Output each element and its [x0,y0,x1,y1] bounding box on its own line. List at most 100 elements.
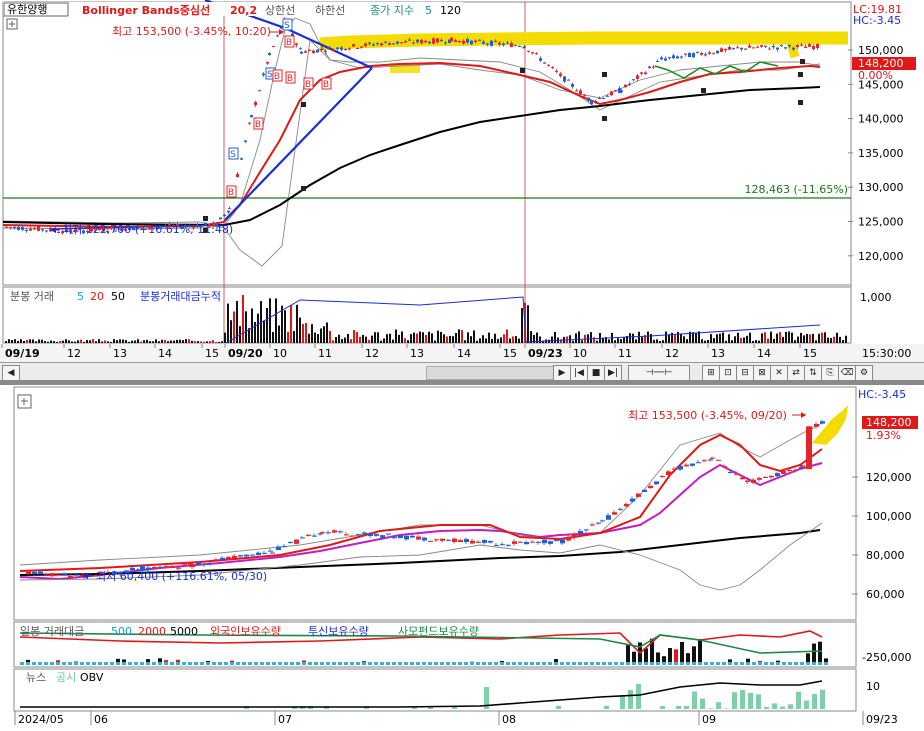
daily-volume-marker [326,662,330,665]
obv-news-label: 뉴스 [26,671,46,684]
scroll-thumb[interactable] [426,366,554,380]
candle-body [29,228,32,231]
daily-candle-body [660,476,665,478]
chart-scrollbar[interactable]: ◀ ▶ |◀ ■ ▶| ⊣──⊢ ⊞ ⊡ ⊟ ⊠ ✕ ⇄ ⇅ ⎘ ⌫ ⚙ [0,362,924,382]
daily-candle-body [494,544,499,546]
volume-bar [725,340,727,343]
volume-bar [71,341,73,343]
candle-body [800,44,803,46]
tool-icon-9[interactable]: ⌫ [838,365,856,381]
news-bar [772,703,777,709]
daily-volume-bar [818,641,822,665]
volume-bar [638,331,640,343]
scroll-left-button[interactable]: ◀ [2,365,20,381]
volume-bar [497,338,499,343]
candle-body [712,53,715,55]
daily-candle-body [654,481,659,485]
daily-volume-marker [602,662,606,665]
candle-body [510,43,513,48]
volume-bar [119,339,121,343]
tool-icon-8[interactable]: ⎘ [821,365,839,381]
daily-candle-body [214,559,219,561]
tool-icon-6[interactable]: ⇄ [787,365,805,381]
volume-bar [218,341,220,343]
candle-body [748,45,751,48]
candle-body [5,226,8,228]
volume-bar [179,339,181,343]
candle-body [312,50,315,54]
candle-body [636,75,639,79]
vol-legend-2-n2: 2000 [138,625,166,638]
volume-bar [722,332,724,343]
candle-body [299,48,302,50]
candle-body [614,90,617,92]
tool-icon-4[interactable]: ⊠ [753,365,771,381]
daily-candle-body [554,540,559,542]
volume-bar [125,340,127,343]
candle-body [704,54,707,56]
candle-body [41,229,44,231]
stock-name[interactable]: 유한양행 [7,3,47,16]
volume-bar [191,340,193,343]
minute-chart[interactable]: 128,463 (-11.65%) B S S S B B B B B B 유한… [0,0,924,362]
volume-bar [482,335,484,343]
daily-volume-marker [644,662,648,665]
volume-bar [719,333,721,343]
volume-bar [677,331,679,343]
volume-bar [98,339,100,343]
daily-chart[interactable]: 최고 153,500 (-3.45%, 09/20) 최저 60,400 (+1… [0,385,924,731]
daily-candle-body [624,503,629,507]
signal-marker [701,88,706,93]
volume-bar [839,336,841,343]
daily-volume-marker [626,662,630,665]
candle-body [262,73,265,76]
tool-icon-2[interactable]: ⊡ [719,365,737,381]
daily-candle-body [26,571,31,575]
candle-body [21,227,24,230]
scroll-right-button[interactable]: ▶ [553,365,571,381]
volume-bar [407,340,409,343]
volume-bar [422,332,424,343]
news-bar [636,684,641,709]
candle-body [248,122,251,124]
daily-candle-body [32,571,37,575]
time-axis-label: 15 [803,347,817,360]
stop-icon[interactable]: ■ [587,365,605,381]
first-page-icon[interactable]: |◀ [570,365,588,381]
daily-candle-body [710,457,715,459]
daily-candle-body [398,535,403,539]
time-axis-label: 09/20 [228,347,263,360]
volume-bar [149,341,151,343]
volume-bar [782,336,784,343]
tool-icon-5[interactable]: ✕ [770,365,788,381]
daily-candle-body [416,536,421,540]
tool-icon-1[interactable]: ⊞ [702,365,720,381]
daily-candle-body [560,539,565,544]
support-line-label: 128,463 (-11.65%) [745,183,848,196]
zoom-slider[interactable]: ⊣──⊢ [628,365,690,381]
daily-volume-marker [662,662,666,665]
daily-volume-marker [422,662,426,665]
candle-body [788,44,791,47]
hc-label-2: HC:-3.45 [858,388,906,401]
volume-bar [464,340,466,343]
candle-body [57,232,60,234]
tool-icon-7[interactable]: ⇅ [804,365,822,381]
tool-icon-3[interactable]: ⊟ [736,365,754,381]
tool-icon-10[interactable]: ⚙ [855,365,873,381]
candle-body [575,90,578,92]
daily-candle-body [672,468,677,470]
last-page-icon[interactable]: ▶| [604,365,622,381]
volume-bar [173,340,175,343]
time-axis-label: 12 [67,347,81,360]
volume-bar [581,340,583,343]
candle-body [772,45,775,48]
news-bar [556,706,561,709]
candle-body [716,50,719,54]
candle-body [672,55,675,59]
daily-volume-marker [518,662,522,665]
daily-candle-body [196,562,201,565]
volume-bar [347,333,349,343]
candle-body [424,40,427,43]
volume-bar [590,332,592,343]
